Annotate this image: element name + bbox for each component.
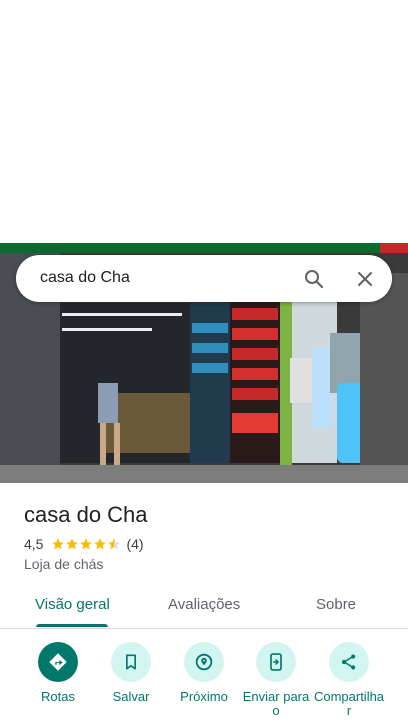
tab-overview[interactable]: Visão geral xyxy=(35,596,110,613)
half-star-icon xyxy=(108,538,121,550)
share-label: Compartilhar xyxy=(313,689,385,718)
nearby-icon xyxy=(195,653,213,671)
star-icon xyxy=(66,538,79,550)
bookmark-icon xyxy=(126,654,136,670)
place-title: casa do Cha xyxy=(24,502,148,527)
share-button[interactable]: Compartilhar xyxy=(313,642,385,718)
star-icon xyxy=(94,538,107,550)
place-category: Loja de chás xyxy=(24,556,104,572)
star-icon xyxy=(80,538,93,550)
share-icon xyxy=(341,654,356,670)
tab-reviews[interactable]: Avaliações xyxy=(168,596,240,613)
close-icon[interactable] xyxy=(353,267,377,291)
directions-icon xyxy=(49,653,67,671)
star-rating xyxy=(51,537,121,551)
send-to-phone-button[interactable]: Enviar para o xyxy=(240,642,312,718)
directions-button[interactable]: Rotas xyxy=(22,642,94,704)
active-tab-indicator xyxy=(36,624,108,627)
save-button[interactable]: Salvar xyxy=(95,642,167,704)
tab-about[interactable]: Sobre xyxy=(316,596,356,613)
search-bar[interactable]: casa do Cha xyxy=(16,255,392,302)
rating-value: 4,5 xyxy=(24,536,44,552)
search-input[interactable]: casa do Cha xyxy=(40,269,130,287)
send-to-phone-label: Enviar para o xyxy=(242,689,310,718)
save-label: Salvar xyxy=(112,689,150,704)
nearby-button[interactable]: Próximo xyxy=(168,642,240,704)
star-icon xyxy=(52,538,65,550)
nearby-label: Próximo xyxy=(180,689,228,704)
review-count[interactable]: (4) xyxy=(126,536,143,552)
directions-label: Rotas xyxy=(41,689,75,704)
rating-row[interactable]: 4,5 (4) xyxy=(24,536,144,552)
search-icon[interactable] xyxy=(302,267,326,291)
tab-bar: Visão geral Avaliações Sobre xyxy=(0,586,408,629)
send-to-phone-icon xyxy=(270,653,282,671)
